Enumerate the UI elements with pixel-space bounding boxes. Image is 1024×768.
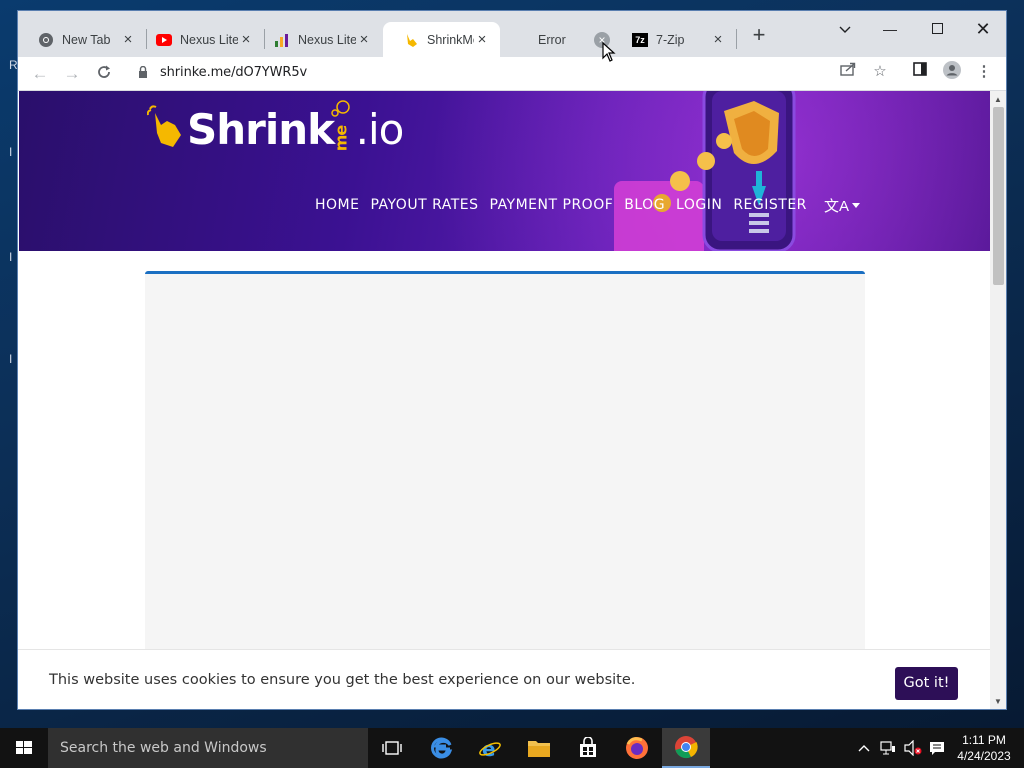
page-scrollbar[interactable]: ▲ ▼ (990, 91, 1006, 709)
taskbar-search-box[interactable]: Search the web and Windows (48, 728, 368, 768)
main-content-panel (145, 271, 865, 709)
share-icon[interactable] (837, 61, 859, 83)
system-clock[interactable]: 1:11 PM 4/24/2023 (952, 732, 1016, 764)
clock-time: 1:11 PM (962, 733, 1006, 747)
address-bar[interactable]: shrinke.me/dO7YWR5v (128, 59, 888, 87)
network-icon[interactable] (880, 740, 896, 759)
close-window-button[interactable]: ✕ (968, 16, 998, 42)
logo-shrink: Shrink (187, 105, 335, 154)
scroll-down-arrow-icon[interactable]: ▼ (994, 697, 1002, 706)
tab-title: ShrinkMe (427, 32, 474, 47)
pointing-hand-icon (147, 105, 181, 147)
logo-circles-decoration (331, 100, 350, 117)
url-text: shrinke.me/dO7YWR5v (160, 65, 308, 80)
youtube-icon (156, 32, 172, 48)
nav-payment-proof[interactable]: PAYMENT PROOF (490, 197, 614, 213)
mouse-cursor-icon (602, 42, 616, 62)
tab-title: 7-Zip (656, 32, 685, 47)
tab-title: New Tab (62, 32, 111, 47)
taskbar: Search the web and Windows e 1:11 PM 4/2… (0, 728, 1024, 768)
cookie-banner: This website uses cookies to ensure you … (18, 649, 990, 709)
tab-shrinkme[interactable]: ShrinkMe × (383, 22, 500, 57)
logo-io: .io (355, 105, 405, 154)
browser-window: New Tab × Nexus Lite × Nexus Lite × Shri (17, 10, 1007, 710)
lock-icon[interactable] (138, 66, 148, 78)
edge-icon[interactable] (418, 728, 466, 768)
chrome-taskbar-icon[interactable] (662, 728, 710, 768)
back-button[interactable]: ← (27, 61, 53, 87)
logo-me: me (331, 125, 351, 152)
profile-avatar-icon[interactable] (941, 61, 963, 83)
tab-strip: New Tab × Nexus Lite × Nexus Lite × Shri (18, 11, 1006, 57)
minimize-button[interactable]: — (875, 16, 905, 42)
maximize-button[interactable] (922, 16, 952, 42)
show-hidden-icons-chevron-icon[interactable] (858, 740, 870, 755)
nav-home[interactable]: HOME (315, 197, 359, 213)
file-explorer-icon[interactable] (515, 728, 563, 768)
close-icon[interactable]: × (120, 31, 136, 48)
clock-date: 4/24/2023 (957, 749, 1011, 763)
tab-nexus-lite-youtube[interactable]: Nexus Lite × (136, 22, 264, 57)
site-header: Shrinkme .io HOME PAYOUT RATES PAYMENT P… (19, 91, 990, 251)
chrome-icon (38, 32, 54, 48)
internet-explorer-icon[interactable]: e (466, 728, 514, 768)
tab-7zip[interactable]: 7z 7-Zip × (612, 22, 736, 57)
desktop-fragment: I (9, 250, 13, 264)
nexus-icon (274, 32, 290, 48)
start-button[interactable] (0, 728, 48, 768)
new-tab-button[interactable]: + (749, 24, 769, 46)
search-placeholder: Search the web and Windows (60, 740, 267, 756)
windows-logo-icon (16, 741, 32, 754)
forward-button[interactable]: → (59, 61, 85, 87)
side-panel-icon[interactable] (909, 61, 931, 83)
nav-blog[interactable]: BLOG (624, 197, 665, 213)
page-viewport: Shrinkme .io HOME PAYOUT RATES PAYMENT P… (18, 91, 990, 709)
tab-search-chevron-icon[interactable] (830, 16, 860, 42)
7zip-icon: 7z (632, 32, 648, 47)
volume-muted-icon[interactable] (904, 739, 922, 759)
nav-login[interactable]: LOGIN (676, 197, 722, 213)
menu-kebab-icon[interactable]: ⋮ (973, 61, 995, 83)
desktop-fragment: I (9, 145, 13, 159)
nav-register[interactable]: REGISTER (733, 197, 807, 213)
action-center-icon[interactable] (929, 740, 945, 759)
tab-new-tab[interactable]: New Tab × (18, 22, 146, 57)
desktop-fragment: I (9, 352, 13, 366)
nav-payout-rates[interactable]: PAYOUT RATES (370, 197, 478, 213)
reload-button[interactable] (91, 61, 117, 87)
store-icon[interactable] (564, 728, 612, 768)
language-translate-icon[interactable]: 文A (824, 195, 849, 216)
close-icon[interactable]: × (238, 31, 254, 48)
cookie-message: This website uses cookies to ensure you … (49, 672, 636, 688)
scrollbar-thumb[interactable] (993, 107, 1004, 285)
close-icon[interactable]: × (356, 31, 372, 48)
language-dropdown-caret-icon[interactable] (852, 203, 860, 208)
tab-title: Nexus Lite (298, 32, 356, 47)
bookmark-star-icon[interactable]: ☆ (869, 61, 891, 83)
close-icon[interactable]: × (474, 31, 490, 48)
cookie-accept-button[interactable]: Got it! (895, 667, 958, 700)
site-nav: HOME PAYOUT RATES PAYMENT PROOF BLOG LOG… (315, 197, 818, 213)
phone-shield-illustration (614, 91, 796, 251)
tab-title: Nexus Lite (180, 32, 238, 47)
firefox-icon[interactable] (613, 728, 661, 768)
tab-nexus-lite[interactable]: Nexus Lite × (254, 22, 382, 57)
scroll-up-arrow-icon[interactable]: ▲ (994, 95, 1002, 104)
tab-title: Error (538, 32, 566, 47)
browser-toolbar: ← → shrinke.me/dO7YWR5v ☆ ⋮ (18, 57, 1006, 91)
close-icon[interactable]: × (710, 31, 726, 48)
task-view-icon[interactable] (368, 728, 416, 768)
shrinkme-hand-icon (403, 32, 419, 48)
